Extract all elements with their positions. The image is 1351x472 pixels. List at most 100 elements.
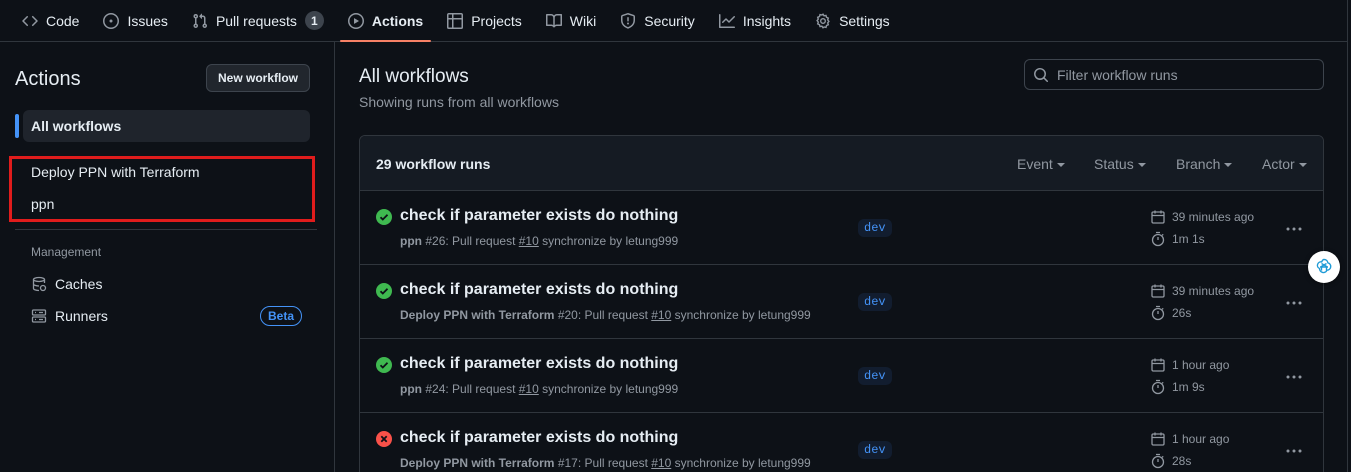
run-duration: 28s xyxy=(1150,453,1191,469)
run-event: : Pull request xyxy=(577,456,652,470)
kebab-horizontal-icon[interactable] xyxy=(1284,443,1304,459)
run-title-link[interactable]: check if parameter exists do nothing xyxy=(400,355,678,373)
shield-icon xyxy=(620,12,636,29)
filter-actor-label: Actor xyxy=(1262,156,1295,172)
server-icon xyxy=(31,308,47,324)
x-circle-fill-icon xyxy=(376,431,392,447)
run-workflow-name: ppn xyxy=(400,382,422,396)
graph-icon xyxy=(718,13,735,29)
check-circle-fill-icon xyxy=(376,283,392,299)
openai-icon xyxy=(1314,257,1334,277)
filter-branch-dropdown[interactable]: Branch xyxy=(1176,156,1233,172)
run-when: 39 minutes ago xyxy=(1172,284,1255,298)
branch-label[interactable]: dev xyxy=(858,441,892,459)
branch-label[interactable]: dev xyxy=(858,367,892,385)
play-icon xyxy=(347,12,364,29)
tab-actions[interactable]: Actions xyxy=(339,0,435,42)
run-number: #26 xyxy=(425,234,446,248)
tab-issues-label: Issues xyxy=(127,12,168,29)
gear-icon xyxy=(815,12,831,29)
branch-label[interactable]: dev xyxy=(858,293,892,311)
kebab-horizontal-icon[interactable] xyxy=(1284,369,1304,385)
code-icon xyxy=(22,13,38,29)
workflow-run-row[interactable]: check if parameter exists do nothing ppn… xyxy=(360,191,1323,265)
filter-workflow-runs[interactable] xyxy=(1024,59,1324,90)
pr-link[interactable]: #10 xyxy=(651,308,671,322)
run-timestamp: 39 minutes ago xyxy=(1150,209,1254,225)
branch-label[interactable]: dev xyxy=(858,219,892,237)
run-duration: 1m 9s xyxy=(1150,379,1205,395)
run-meta: Deploy PPN with Terraform #17: Pull requ… xyxy=(400,456,811,470)
tab-code[interactable]: Code xyxy=(22,0,91,41)
run-event: : Pull request xyxy=(445,382,519,396)
run-meta: Deploy PPN with Terraform #20: Pull requ… xyxy=(400,308,811,322)
window-edge xyxy=(1347,0,1351,472)
tab-insights[interactable]: Insights xyxy=(718,0,803,41)
new-workflow-button[interactable]: New workflow xyxy=(206,64,310,92)
run-timestamp: 1 hour ago xyxy=(1150,357,1229,373)
runs-list-header: 29 workflow runs Event Status Branch Act… xyxy=(360,136,1323,191)
run-workflow-name: Deploy PPN with Terraform xyxy=(400,308,555,322)
repo-nav: Code Issues Pull requests 1 Actions Proj… xyxy=(0,0,1351,42)
tab-settings-label: Settings xyxy=(839,12,890,29)
actions-sidebar: Actions New workflow All workflows Deplo… xyxy=(0,42,335,472)
filter-input[interactable] xyxy=(1057,66,1307,83)
tab-pull-requests-label: Pull requests xyxy=(215,12,297,29)
workflow-run-row[interactable]: check if parameter exists do nothing Dep… xyxy=(360,265,1323,339)
run-duration-value: 1m 1s xyxy=(1172,232,1205,246)
calendar-icon xyxy=(1150,283,1166,299)
tab-projects[interactable]: Projects xyxy=(447,0,534,41)
run-workflow-name: Deploy PPN with Terraform xyxy=(400,456,555,470)
run-timestamp: 39 minutes ago xyxy=(1150,283,1254,299)
page-subtitle: Showing runs from all workflows xyxy=(359,94,559,110)
run-timestamp: 1 hour ago xyxy=(1150,431,1229,447)
beta-badge: Beta xyxy=(259,306,302,326)
runners-label: Runners xyxy=(55,308,108,324)
workflow-runs-list: 29 workflow runs Event Status Branch Act… xyxy=(359,135,1324,472)
chevron-down-icon xyxy=(1056,163,1065,167)
tab-settings[interactable]: Settings xyxy=(815,0,902,41)
chevron-down-icon xyxy=(1298,163,1307,167)
pr-link[interactable]: #10 xyxy=(651,456,671,470)
run-title-link[interactable]: check if parameter exists do nothing xyxy=(400,281,678,299)
sidebar-item-runners[interactable]: Runners Beta xyxy=(23,300,310,332)
sidebar-item-caches[interactable]: Caches xyxy=(23,268,310,300)
kebab-horizontal-icon[interactable] xyxy=(1284,295,1304,311)
pr-link[interactable]: #10 xyxy=(519,234,539,248)
workflow-run-row[interactable]: check if parameter exists do nothing ppn… xyxy=(360,339,1323,413)
run-event: : Pull request xyxy=(577,308,652,322)
filter-event-dropdown[interactable]: Event xyxy=(1017,156,1065,172)
assistant-float-button[interactable] xyxy=(1308,251,1340,283)
tab-wiki[interactable]: Wiki xyxy=(545,0,608,41)
pr-link[interactable]: #10 xyxy=(519,382,539,396)
sidebar-item-all-workflows[interactable]: All workflows xyxy=(23,110,310,142)
management-heading: Management xyxy=(31,245,102,259)
tab-security-label: Security xyxy=(644,12,695,29)
run-title-link[interactable]: check if parameter exists do nothing xyxy=(400,429,678,447)
kebab-horizontal-icon[interactable] xyxy=(1284,221,1304,237)
filter-actor-dropdown[interactable]: Actor xyxy=(1262,156,1307,172)
tab-pull-requests[interactable]: Pull requests 1 xyxy=(192,0,336,41)
run-actor: synchronize by letung999 xyxy=(671,308,811,322)
run-meta: ppn #24: Pull request #10 synchronize by… xyxy=(400,382,678,396)
workflow-run-row[interactable]: check if parameter exists do nothing Dep… xyxy=(360,413,1323,472)
run-event: : Pull request xyxy=(445,234,519,248)
filter-branch-label: Branch xyxy=(1176,156,1221,172)
tab-issues[interactable]: Issues xyxy=(103,0,179,41)
run-title-link[interactable]: check if parameter exists do nothing xyxy=(400,207,678,225)
run-duration: 26s xyxy=(1150,305,1191,321)
calendar-icon xyxy=(1150,357,1166,373)
run-duration-value: 26s xyxy=(1172,306,1192,320)
issue-opened-icon xyxy=(103,12,120,29)
tab-security[interactable]: Security xyxy=(620,0,707,41)
run-meta: ppn #26: Pull request #10 synchronize by… xyxy=(400,234,678,248)
run-when: 1 hour ago xyxy=(1172,432,1230,446)
pull-requests-count-badge: 1 xyxy=(304,11,324,30)
stopwatch-icon xyxy=(1150,231,1166,247)
stopwatch-icon xyxy=(1150,453,1166,469)
selected-indicator xyxy=(15,114,19,138)
sidebar-title: Actions xyxy=(15,68,81,90)
table-icon xyxy=(447,12,464,29)
run-actor: synchronize by letung999 xyxy=(538,382,679,396)
filter-status-dropdown[interactable]: Status xyxy=(1094,156,1146,172)
